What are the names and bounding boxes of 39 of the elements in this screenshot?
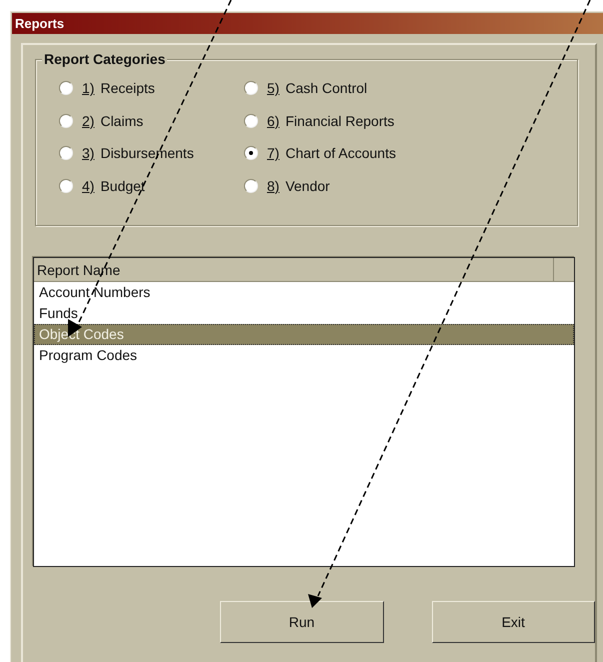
option-number: 6) xyxy=(267,112,280,129)
radio-button[interactable] xyxy=(59,178,73,193)
radio-button[interactable] xyxy=(59,146,73,160)
radio-option[interactable]: 2) Claims xyxy=(59,104,244,137)
option-label: Cash Control xyxy=(285,80,368,96)
option-number: 8) xyxy=(267,178,280,194)
radio-option[interactable]: 7) Chart of Accounts xyxy=(244,137,464,170)
option-number: 3) xyxy=(82,145,94,162)
option-label: Receipts xyxy=(100,80,155,96)
option-number: 5) xyxy=(267,80,280,96)
option-label: Disbursements xyxy=(100,145,194,162)
radio-option[interactable]: 3) Disbursements xyxy=(59,137,244,170)
option-label: Financial Reports xyxy=(285,112,394,129)
option-label: Chart of Accounts xyxy=(285,145,396,162)
list-row[interactable]: Account Numbers xyxy=(34,282,574,303)
window-title: Reports xyxy=(14,16,64,31)
radio-button[interactable] xyxy=(244,146,258,160)
list-row[interactable]: Program Codes xyxy=(34,345,574,366)
option-label: Budget xyxy=(100,178,145,194)
radio-option[interactable]: 6) Financial Reports xyxy=(244,104,464,137)
radio-option[interactable]: 5) Cash Control xyxy=(244,72,464,104)
exit-button[interactable]: Exit xyxy=(432,601,595,643)
radio-button[interactable] xyxy=(244,178,258,193)
radio-option[interactable]: 1) Receipts xyxy=(59,72,244,104)
radio-option[interactable]: 8) Vendor xyxy=(244,170,464,202)
group-title: Report Categories xyxy=(42,51,168,67)
radio-option[interactable]: 4) Budget xyxy=(59,170,244,202)
option-number: 1) xyxy=(82,80,94,96)
option-number: 2) xyxy=(82,112,94,129)
run-button[interactable]: Run xyxy=(220,601,384,643)
option-label: Claims xyxy=(100,112,144,129)
option-number: 7) xyxy=(267,145,280,162)
radio-button[interactable] xyxy=(244,81,258,96)
list-row[interactable]: Funds xyxy=(34,303,574,324)
radio-button[interactable] xyxy=(244,114,258,128)
radio-button[interactable] xyxy=(59,81,73,96)
radio-button[interactable] xyxy=(59,114,73,128)
option-label: Vendor xyxy=(285,178,330,194)
option-number: 4) xyxy=(82,178,94,194)
